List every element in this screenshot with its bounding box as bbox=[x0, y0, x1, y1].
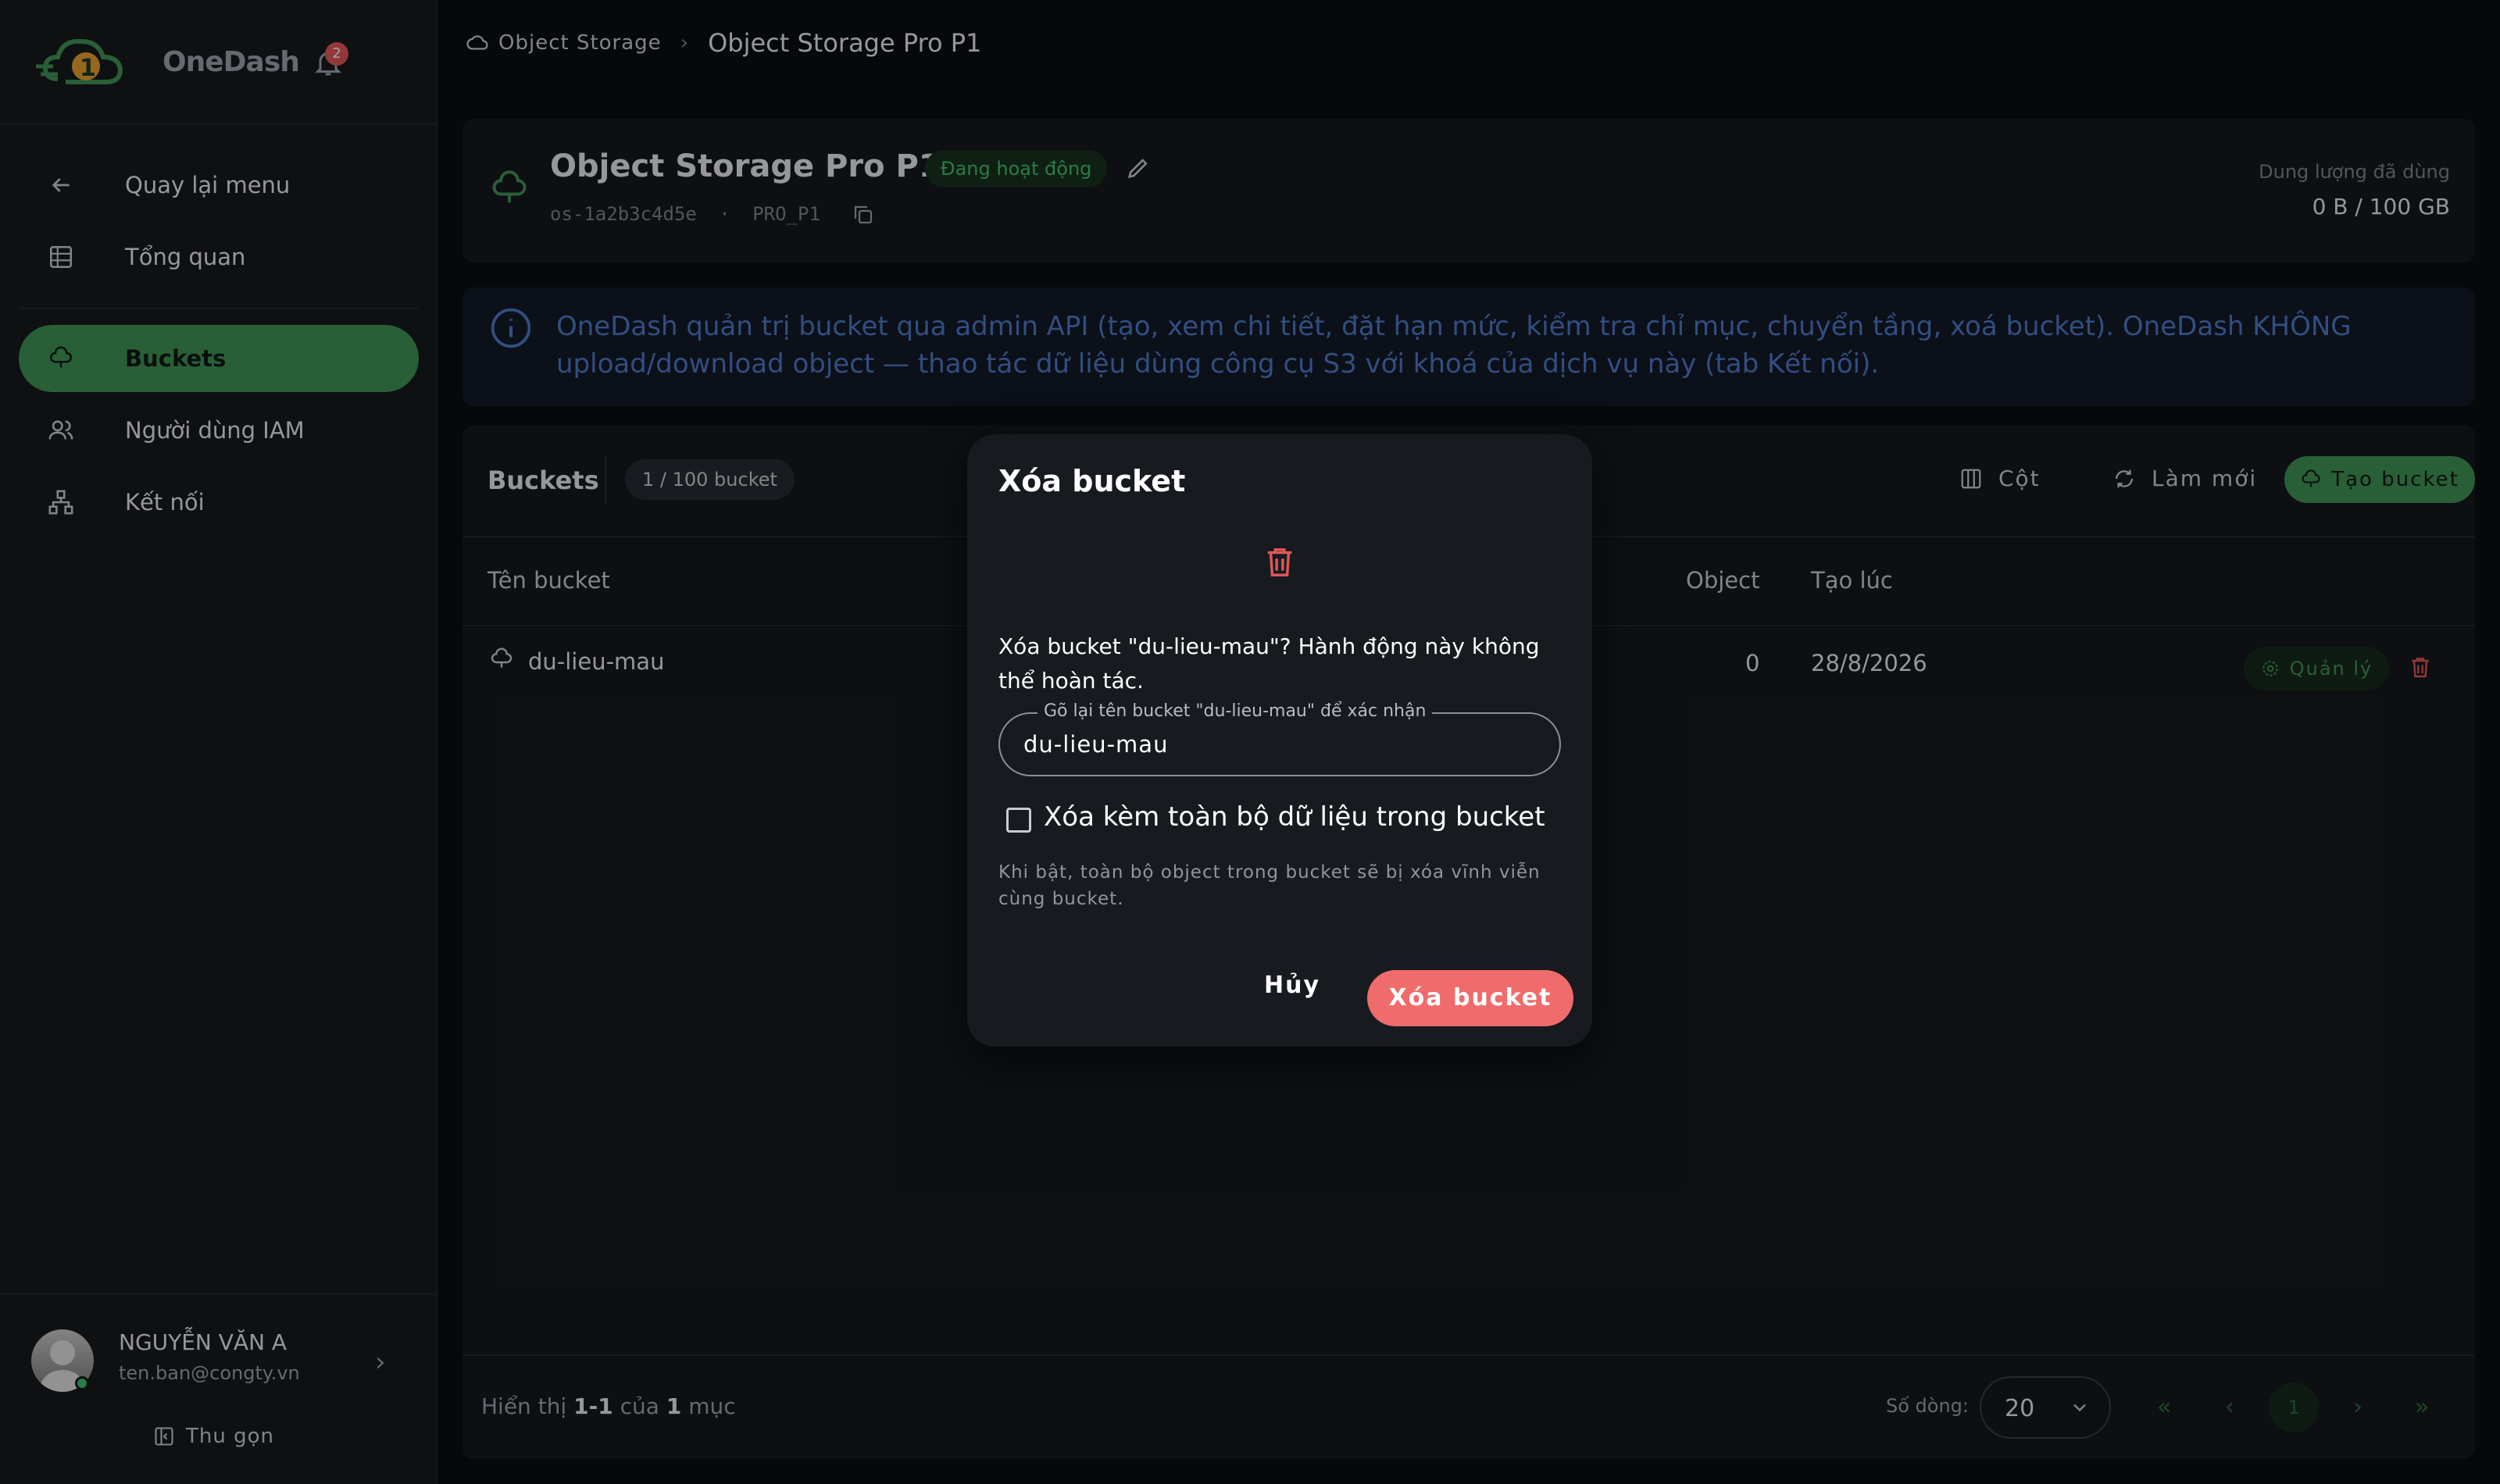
confirm-name-label: Gõ lại tên bucket "du-lieu-mau" để xác n… bbox=[1038, 701, 1433, 721]
dialog-title: Xóa bucket bbox=[998, 464, 1186, 498]
trash-icon bbox=[1267, 548, 1292, 576]
delete-data-label[interactable]: Xóa kèm toàn bộ dữ liệu trong bucket bbox=[1044, 801, 1545, 833]
delete-data-hint: Khi bật, toàn bộ object trong bucket sẽ … bbox=[998, 862, 1541, 909]
confirm-name-value: du-lieu-mau bbox=[1023, 731, 1169, 758]
confirm-delete-button[interactable]: Xóa bucket bbox=[1367, 970, 1573, 1026]
dialog-message: Xóa bucket "du-lieu-mau"? Hành động này … bbox=[998, 633, 1540, 694]
confirm-name-input[interactable]: Gõ lại tên bucket "du-lieu-mau" để xác n… bbox=[998, 701, 1561, 776]
delete-bucket-dialog: Xóa bucket Xóa bucket "du-lieu-mau"? Hàn… bbox=[967, 434, 1592, 1047]
cancel-button[interactable]: Hủy bbox=[1264, 972, 1320, 999]
delete-data-checkbox[interactable] bbox=[1006, 808, 1031, 833]
